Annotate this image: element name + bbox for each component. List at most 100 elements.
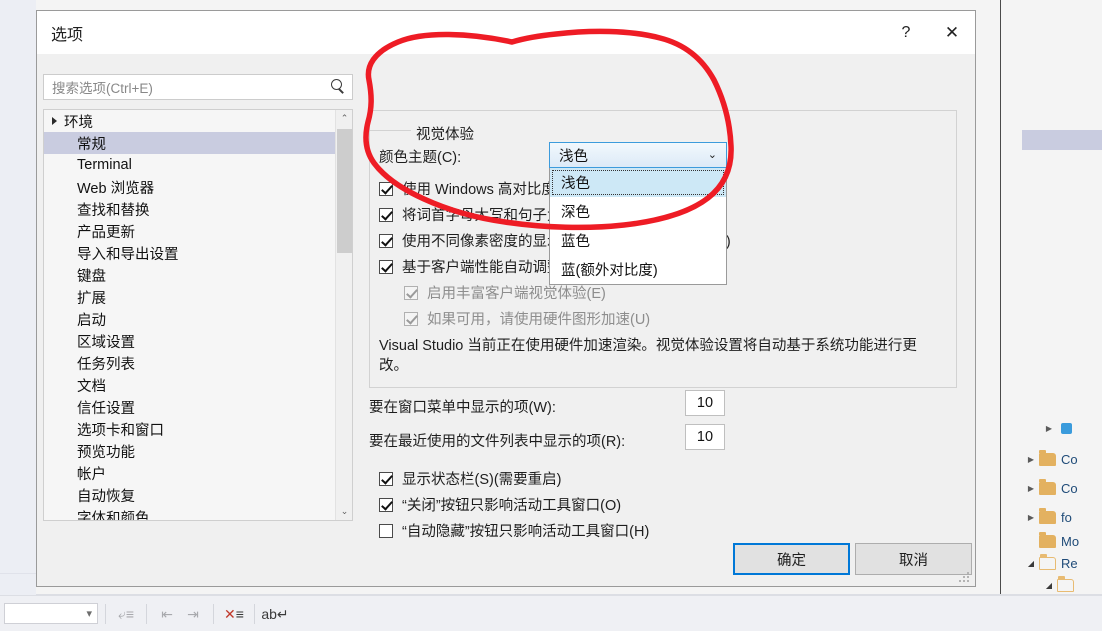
tree-item-label: 信任设置 bbox=[77, 400, 135, 417]
tree-row[interactable]: ▶ fo bbox=[1025, 507, 1072, 528]
checkbox-hardware-acceleration: 如果可用，请使用硬件图形加速(U) bbox=[404, 308, 650, 329]
checkbox-box[interactable] bbox=[379, 471, 393, 486]
chevron-right-icon[interactable]: ▶ bbox=[1025, 513, 1037, 522]
left-gutter bbox=[0, 0, 36, 595]
checkbox-box[interactable] bbox=[379, 523, 393, 538]
search-input[interactable]: 搜索选项(Ctrl+E) bbox=[43, 74, 353, 100]
options-tree[interactable]: 环境 常规 Terminal Web 浏览器 查找和替换 产品更新 导入和导出设… bbox=[43, 109, 353, 521]
sidebar-item-import-export[interactable]: 导入和导出设置 bbox=[44, 242, 335, 264]
tree-item-label: 自动恢复 bbox=[77, 488, 135, 505]
sidebar-item-task-list[interactable]: 任务列表 bbox=[44, 352, 335, 374]
search-icon[interactable] bbox=[330, 79, 346, 95]
sidebar-item-accounts[interactable]: 帐户 bbox=[44, 462, 335, 484]
undo-indent-button[interactable]: ⤶≡ bbox=[113, 602, 139, 626]
chevron-down-icon[interactable]: ⌄ bbox=[708, 148, 717, 161]
toolbar-divider bbox=[105, 603, 106, 624]
checkbox-box[interactable] bbox=[379, 497, 393, 512]
scroll-up-icon[interactable]: ⌃ bbox=[336, 110, 352, 127]
chevron-right-icon[interactable]: ▶ bbox=[1025, 455, 1037, 464]
scroll-down-icon[interactable]: ⌄ bbox=[336, 503, 352, 520]
color-theme-dropdown-list[interactable]: 浅色 深色 蓝色 蓝(额外对比度) bbox=[549, 168, 727, 285]
chevron-down-icon[interactable]: ◢ bbox=[1043, 581, 1055, 590]
sidebar-item-web-browser[interactable]: Web 浏览器 bbox=[44, 176, 335, 198]
sidebar-item-documents[interactable]: 文档 bbox=[44, 374, 335, 396]
tree-item-label: 产品更新 bbox=[77, 224, 135, 241]
sidebar-item-startup[interactable]: 启动 bbox=[44, 308, 335, 330]
tree-scrollbar[interactable]: ⌃ ⌄ bbox=[335, 110, 352, 520]
checkbox-box[interactable] bbox=[379, 181, 393, 196]
tree-row[interactable]: Mo bbox=[1025, 531, 1079, 552]
sidebar-item-extensions[interactable]: 扩展 bbox=[44, 286, 335, 308]
dropdown-option-blue-extra-contrast[interactable]: 蓝(额外对比度) bbox=[550, 255, 726, 284]
sidebar-item-general[interactable]: 常规 bbox=[44, 132, 335, 154]
checkbox-label: “自动隐藏”按钮只影响活动工具窗口(H) bbox=[402, 524, 650, 540]
chevron-down-icon[interactable] bbox=[52, 117, 57, 125]
outdent-button[interactable]: ⇤ bbox=[154, 602, 180, 626]
tree-item-label: 查找和替换 bbox=[77, 202, 150, 219]
tree-row[interactable]: ◢ bbox=[1043, 575, 1079, 596]
cancel-button[interactable]: 取消 bbox=[855, 543, 972, 575]
window-menu-items-input[interactable]: 10 bbox=[685, 390, 725, 416]
color-theme-label: 颜色主题(C): bbox=[379, 150, 462, 166]
checkbox-show-status-bar[interactable]: 显示状态栏(S)(需要重启) bbox=[379, 468, 562, 489]
close-button[interactable]: ✕ bbox=[929, 11, 975, 54]
chevron-down-icon[interactable]: ◢ bbox=[1025, 559, 1037, 568]
color-theme-select[interactable]: 浅色 ⌄ bbox=[549, 142, 727, 168]
sidebar-item-preview-features[interactable]: 预览功能 bbox=[44, 440, 335, 462]
chevron-down-icon[interactable]: ▾ bbox=[86, 607, 92, 620]
tree-row-label: Mo bbox=[1061, 534, 1080, 549]
color-theme-value: 浅色 bbox=[559, 148, 588, 165]
tree-item-label: 键盘 bbox=[77, 268, 106, 285]
folder-open-icon bbox=[1057, 576, 1074, 592]
toolbar-divider bbox=[146, 603, 147, 624]
tree-row[interactable]: ▶ Co bbox=[1025, 449, 1078, 470]
dropdown-option-dark[interactable]: 深色 bbox=[550, 197, 726, 226]
groupbox-line bbox=[369, 130, 411, 131]
checkbox-close-button-active-window[interactable]: “关闭”按钮只影响活动工具窗口(O) bbox=[379, 494, 621, 515]
clear-all-button[interactable]: ✕≡ bbox=[221, 602, 247, 626]
sidebar-item-product-updates[interactable]: 产品更新 bbox=[44, 220, 335, 242]
tree-group-environment[interactable]: 环境 bbox=[44, 110, 335, 132]
scrollbar-thumb[interactable] bbox=[337, 129, 352, 253]
wrap-text-button[interactable]: ab↵ bbox=[261, 602, 288, 626]
sidebar-item-fonts-colors[interactable]: 字体和颜色 bbox=[44, 506, 335, 521]
indent-button[interactable]: ⇥ bbox=[180, 602, 206, 626]
ok-button-label: 确定 bbox=[777, 552, 806, 569]
tree-row[interactable]: ◢ Re bbox=[1025, 553, 1078, 574]
dialog-titlebar: 选项 ? ✕ bbox=[37, 11, 975, 54]
sidebar-item-terminal[interactable]: Terminal bbox=[44, 154, 335, 176]
checkbox-rich-client-experience: 启用丰富客户端视觉体验(E) bbox=[404, 282, 606, 303]
ok-button[interactable]: 确定 bbox=[733, 543, 850, 575]
checkbox-box[interactable] bbox=[379, 233, 393, 248]
dropdown-option-light[interactable]: 浅色 bbox=[550, 168, 726, 197]
recent-files-items-row: 要在最近使用的文件列表中显示的项(R): bbox=[369, 430, 625, 451]
tree-item-label: 帐户 bbox=[77, 466, 106, 483]
recent-files-items-input[interactable]: 10 bbox=[685, 424, 725, 450]
chevron-right-icon[interactable]: ▶ bbox=[1043, 424, 1055, 433]
sidebar-item-find-replace[interactable]: 查找和替换 bbox=[44, 198, 335, 220]
outdent-icon: ⇤ bbox=[161, 605, 173, 622]
checkbox-autohide-button-active-window[interactable]: “自动隐藏”按钮只影响活动工具窗口(H) bbox=[379, 520, 649, 541]
resize-grip[interactable] bbox=[959, 572, 971, 584]
help-button[interactable]: ? bbox=[883, 11, 929, 54]
tree-row[interactable]: ▶ bbox=[1043, 418, 1072, 439]
sidebar-item-keyboard[interactable]: 键盘 bbox=[44, 264, 335, 286]
chevron-right-icon[interactable]: ▶ bbox=[1025, 484, 1037, 493]
dropdown-option-label: 蓝(额外对比度) bbox=[561, 263, 658, 279]
options-tree-items: 环境 常规 Terminal Web 浏览器 查找和替换 产品更新 导入和导出设… bbox=[44, 110, 335, 521]
checkbox-box[interactable] bbox=[379, 207, 393, 222]
tree-row[interactable]: ▶ Co bbox=[1025, 478, 1078, 499]
sidebar-item-tabs-windows[interactable]: 选项卡和窗口 bbox=[44, 418, 335, 440]
tree-item-label: Terminal bbox=[77, 157, 132, 173]
sidebar-item-autorecover[interactable]: 自动恢复 bbox=[44, 484, 335, 506]
dialog-title: 选项 bbox=[51, 26, 84, 44]
tree-item-label: Web 浏览器 bbox=[77, 180, 155, 197]
toolbar-combo[interactable]: ▾ bbox=[4, 603, 98, 624]
dropdown-option-blue[interactable]: 蓝色 bbox=[550, 226, 726, 255]
search-placeholder: 搜索选项(Ctrl+E) bbox=[52, 81, 153, 96]
tree-item-label: 导入和导出设置 bbox=[77, 246, 179, 263]
dropdown-option-label: 深色 bbox=[561, 205, 590, 221]
checkbox-box[interactable] bbox=[379, 259, 393, 274]
sidebar-item-regional-settings[interactable]: 区域设置 bbox=[44, 330, 335, 352]
sidebar-item-trust-settings[interactable]: 信任设置 bbox=[44, 396, 335, 418]
